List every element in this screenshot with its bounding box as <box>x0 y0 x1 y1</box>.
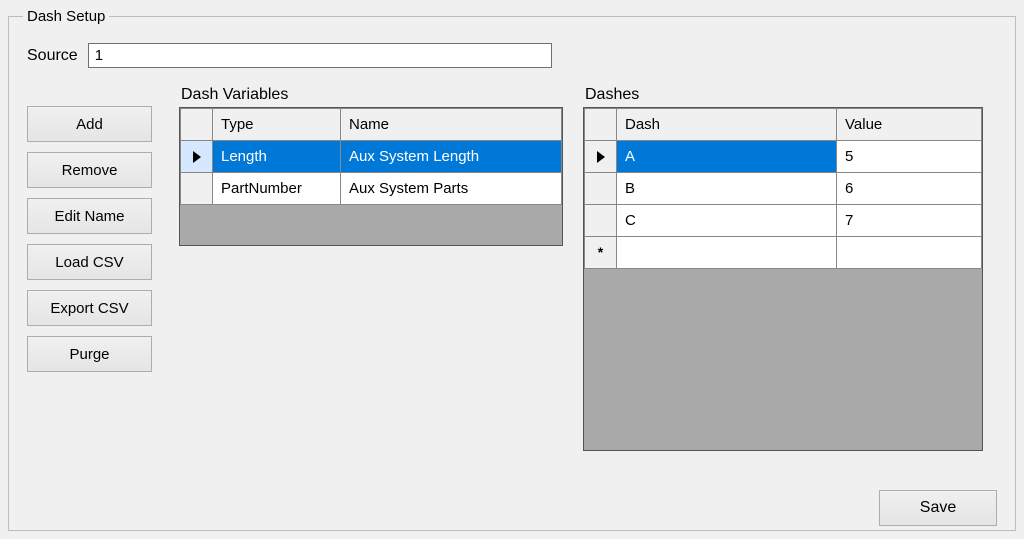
dashes-row[interactable]: A 5 <box>585 141 982 173</box>
dashes-dash-cell[interactable]: C <box>617 205 837 237</box>
dashes-dash-cell[interactable] <box>617 237 837 269</box>
dashes-dash-cell[interactable]: B <box>617 173 837 205</box>
export-csv-button[interactable]: Export CSV <box>27 290 152 326</box>
dashes-dash-cell[interactable]: A <box>617 141 837 173</box>
purge-button[interactable]: Purge <box>27 336 152 372</box>
add-button[interactable]: Add <box>27 106 152 142</box>
dashes-value-cell[interactable]: 7 <box>837 205 982 237</box>
remove-button[interactable]: Remove <box>27 152 152 188</box>
row-indicator-cell[interactable] <box>181 173 213 205</box>
asterisk-icon: * <box>598 244 603 260</box>
vars-header-row: Type Name <box>181 109 562 141</box>
vars-row[interactable]: Length Aux System Length <box>181 141 562 173</box>
dashes-value-cell[interactable] <box>837 237 982 269</box>
save-button[interactable]: Save <box>879 490 997 526</box>
dash-setup-group: Dash Setup Source Add Remove Edit Name L… <box>8 8 1016 531</box>
row-indicator-cell[interactable] <box>585 173 617 205</box>
vars-corner-cell <box>181 109 213 141</box>
load-csv-button[interactable]: Load CSV <box>27 244 152 280</box>
dashes-title: Dashes <box>585 86 983 104</box>
vars-type-cell[interactable]: Length <box>213 141 341 173</box>
dash-variables-section: Dash Variables Type Name Length <box>179 86 563 246</box>
source-row: Source <box>27 43 1001 68</box>
dashes-header-row: Dash Value <box>585 109 982 141</box>
dashes-row[interactable]: C 7 <box>585 205 982 237</box>
dashes-value-cell[interactable]: 6 <box>837 173 982 205</box>
row-indicator-cell[interactable] <box>585 205 617 237</box>
current-row-icon <box>597 151 605 163</box>
vars-row[interactable]: PartNumber Aux System Parts <box>181 173 562 205</box>
button-column: Add Remove Edit Name Load CSV Export CSV… <box>27 106 159 372</box>
source-label: Source <box>27 47 78 65</box>
edit-name-button[interactable]: Edit Name <box>27 198 152 234</box>
dashes-row[interactable]: B 6 <box>585 173 982 205</box>
new-row-indicator[interactable]: * <box>585 237 617 269</box>
vars-type-cell[interactable]: PartNumber <box>213 173 341 205</box>
group-title: Dash Setup <box>23 8 109 25</box>
dashes-value-header[interactable]: Value <box>837 109 982 141</box>
dashes-grid[interactable]: Dash Value A 5 B 6 <box>583 107 983 451</box>
dash-variables-title: Dash Variables <box>181 86 563 104</box>
vars-name-header[interactable]: Name <box>341 109 562 141</box>
row-indicator-cell[interactable] <box>585 141 617 173</box>
dashes-new-row[interactable]: * <box>585 237 982 269</box>
current-row-icon <box>193 151 201 163</box>
dashes-section: Dashes Dash Value A 5 <box>583 86 983 451</box>
vars-name-cell[interactable]: Aux System Parts <box>341 173 562 205</box>
row-indicator-cell[interactable] <box>181 141 213 173</box>
dashes-value-cell[interactable]: 5 <box>837 141 982 173</box>
dashes-corner-cell <box>585 109 617 141</box>
dashes-dash-header[interactable]: Dash <box>617 109 837 141</box>
source-input[interactable] <box>88 43 552 68</box>
vars-name-cell[interactable]: Aux System Length <box>341 141 562 173</box>
dash-variables-grid[interactable]: Type Name Length Aux System Length PartN <box>179 107 563 246</box>
vars-type-header[interactable]: Type <box>213 109 341 141</box>
